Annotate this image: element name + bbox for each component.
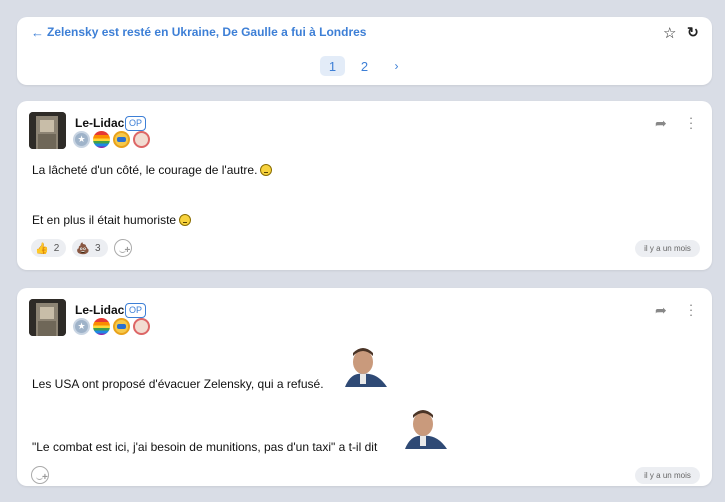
avatar[interactable] <box>29 299 66 336</box>
post-text-line: Les USA ont proposé d'évacuer Zelensky, … <box>32 377 324 391</box>
sad-face-emoji-icon <box>260 164 273 176</box>
op-badge: OP <box>125 303 147 318</box>
reaction-poop[interactable]: 💩 3 <box>72 239 108 257</box>
user-badges: ★ <box>73 318 150 335</box>
profile-badge-icon <box>133 318 150 335</box>
topic-header: ← Zelensky est resté en Ukraine, De Gaul… <box>17 17 712 85</box>
profile-badge-icon <box>133 131 150 148</box>
zelensky-sticker <box>403 408 449 449</box>
share-icon[interactable]: ➦ <box>655 115 667 132</box>
gamer-badge-icon <box>113 318 130 335</box>
post-card: Le-Lidac OP ★ ➦ · · · Les USA ont proposé … <box>17 288 712 486</box>
next-page-icon[interactable]: › <box>384 56 409 76</box>
post-text-line: Et en plus il était humoriste <box>32 213 192 227</box>
post-text-line: "Le combat est ici, j'ai besoin de munit… <box>32 440 378 454</box>
post-text-line: La lâcheté d'un côté, le courage de l'au… <box>32 163 273 177</box>
poop-icon: 💩 <box>76 242 90 255</box>
post-card: Le-Lidac OP ★ ➦ · · · La lâcheté d'un côté… <box>17 101 712 270</box>
user-badges: ★ <box>73 131 150 148</box>
smirk-emoji-icon <box>179 214 192 226</box>
avatar[interactable] <box>29 112 66 149</box>
add-reaction-icon[interactable] <box>31 466 49 484</box>
reactions-bar <box>31 466 49 484</box>
rainbow-badge-icon <box>93 318 110 335</box>
author-name[interactable]: Le-Lidac <box>75 116 124 130</box>
timestamp[interactable]: il y a un mois <box>635 467 700 484</box>
share-icon[interactable]: ➦ <box>655 302 667 319</box>
reactions-bar: 👍 2 💩 3 <box>31 239 132 257</box>
more-options-icon[interactable]: · · · <box>688 298 694 321</box>
thumbs-up-icon: 👍 <box>35 242 49 255</box>
page-1-button[interactable]: 1 <box>320 56 345 76</box>
topic-title[interactable]: Zelensky est resté en Ukraine, De Gaulle… <box>47 25 366 39</box>
reaction-thumbs-up[interactable]: 👍 2 <box>31 239 67 257</box>
reload-icon[interactable]: ↻ <box>687 24 699 41</box>
page-2-button[interactable]: 2 <box>352 56 377 76</box>
timestamp[interactable]: il y a un mois <box>635 240 700 257</box>
zelensky-sticker <box>343 346 389 387</box>
back-arrow-icon[interactable]: ← <box>31 25 44 40</box>
favorite-star-icon[interactable]: ☆ <box>663 24 676 42</box>
rainbow-badge-icon <box>93 131 110 148</box>
author-name[interactable]: Le-Lidac <box>75 303 124 317</box>
add-reaction-icon[interactable] <box>113 239 132 257</box>
gamer-badge-icon <box>113 131 130 148</box>
star-badge-icon: ★ <box>73 131 90 148</box>
op-badge: OP <box>125 116 147 131</box>
star-badge-icon: ★ <box>73 318 90 335</box>
more-options-icon[interactable]: · · · <box>688 111 694 134</box>
pagination: 1 2 › <box>320 56 409 76</box>
